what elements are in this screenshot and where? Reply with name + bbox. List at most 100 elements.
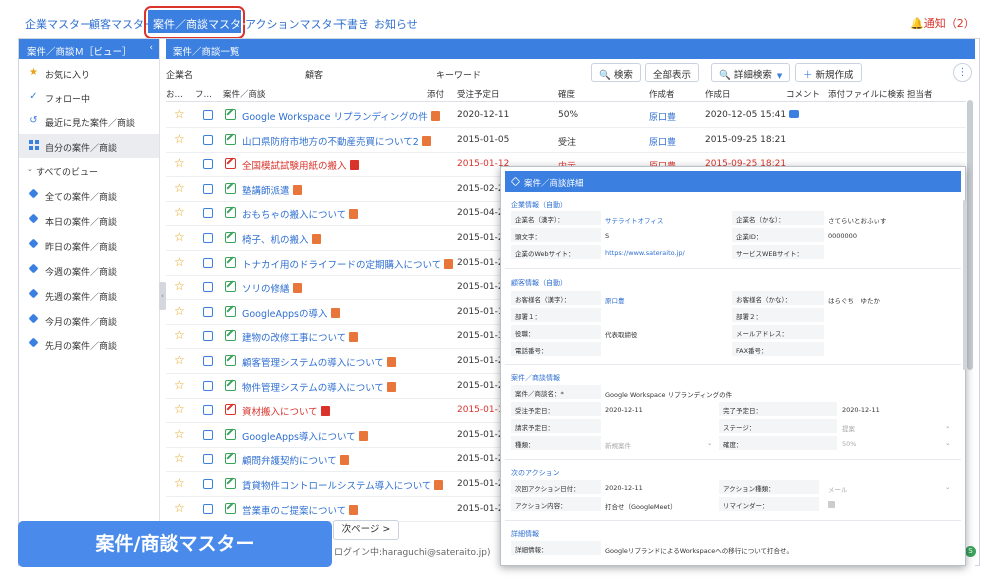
sidebar-item-mine[interactable]: 自分の案件／商談 [19, 134, 159, 158]
column-header[interactable]: フ… [195, 88, 212, 100]
action-type-select[interactable]: メール [828, 484, 848, 494]
deal-name-link[interactable]: GoogleApps導入について [242, 429, 368, 443]
follow-checkbox[interactable] [203, 134, 213, 145]
edit-icon[interactable] [225, 133, 236, 145]
deal-name-value[interactable]: Google Workspace リプランディングの件 [605, 389, 732, 399]
company-web-value[interactable]: https://www.sateraito.jp/ [605, 249, 685, 257]
sidebar-view-last-month[interactable]: 先月の案件／商談 [19, 332, 159, 356]
favorite-star-icon[interactable]: ☆ [174, 452, 185, 464]
deal-name-link[interactable]: 全国模試試験用紙の搬入 [242, 158, 359, 172]
deal-name-link[interactable]: 賃貸物件コントロールシステム導入について [242, 478, 444, 492]
follow-checkbox[interactable] [203, 306, 213, 317]
collapse-icon[interactable]: ‹ [149, 43, 153, 53]
column-header[interactable]: 担当者 [907, 88, 933, 100]
follow-checkbox[interactable] [203, 183, 213, 194]
customer-name-value[interactable]: 原口豊 [605, 295, 625, 305]
sidebar-view-this-week[interactable]: 今週の案件／商談 [19, 258, 159, 282]
follow-checkbox[interactable] [203, 282, 213, 293]
company-name-value[interactable]: サテライトオフィス [605, 215, 663, 225]
nav-news[interactable]: お知らせ [374, 16, 418, 32]
sidebar-item-following[interactable]: ✓ フォロー中 [19, 85, 159, 109]
column-header[interactable]: コメント [786, 88, 820, 100]
follow-checkbox[interactable] [203, 208, 213, 219]
edit-icon[interactable] [225, 428, 236, 440]
favorite-star-icon[interactable]: ☆ [174, 502, 185, 514]
next-action-date-value[interactable]: 2020-12-11 [605, 484, 643, 492]
search-button[interactable]: 🔍 検索 [591, 63, 641, 82]
edit-icon[interactable] [225, 158, 236, 170]
sidebar-view-yesterday[interactable]: 昨日の案件／商談 [19, 233, 159, 257]
filter-company-label[interactable]: 企業名 [166, 68, 193, 81]
edit-icon[interactable] [225, 232, 236, 243]
follow-checkbox[interactable] [203, 331, 213, 342]
deal-name-link[interactable]: 顧客管理システムの導入について [242, 355, 396, 369]
list-scrollbar[interactable] [967, 100, 973, 370]
deal-name-link[interactable]: Google Workspace リプランディングの件 [242, 109, 440, 123]
sidebar-view-today[interactable]: 本日の案件／商談 [19, 208, 159, 232]
detail-info-value[interactable]: GoogleリプランドによるWorkspaceへの移行について打合せ。 [605, 545, 793, 555]
column-header[interactable]: 添付ファイルに検索 [828, 88, 905, 100]
edit-icon[interactable] [225, 379, 236, 391]
follow-checkbox[interactable] [203, 454, 213, 465]
favorite-star-icon[interactable]: ☆ [174, 280, 185, 292]
filter-customer-label[interactable]: 顧客 [305, 68, 323, 81]
confidence-select[interactable]: 50% [842, 440, 856, 448]
follow-checkbox[interactable] [203, 479, 213, 489]
table-row[interactable]: ☆ 山口県防府市地方の不動産売買について2 2015-01-05 受注 原口豊 2015-… [166, 128, 966, 153]
favorite-star-icon[interactable]: ☆ [174, 403, 185, 415]
deal-name-link[interactable]: 塾講師派遣 [242, 183, 302, 197]
filter-keyword-label[interactable]: キーワード [436, 68, 481, 81]
column-header[interactable]: 添付 [427, 88, 444, 100]
follow-checkbox[interactable] [203, 257, 213, 268]
sidebar-view-all[interactable]: 全ての案件／商談 [19, 183, 159, 207]
edit-icon[interactable] [225, 330, 236, 342]
favorite-star-icon[interactable]: ☆ [174, 108, 185, 120]
favorite-star-icon[interactable]: ☆ [174, 305, 185, 317]
section-next-action[interactable]: 次のアクション [511, 468, 560, 478]
favorite-star-icon[interactable]: ☆ [174, 231, 185, 243]
new-button[interactable]: ＋新規作成 [795, 63, 862, 82]
sidebar-group-all-views[interactable]: ⌄ すべてのビュー [19, 161, 159, 179]
deal-name-link[interactable]: 建物の改修工事について [242, 330, 359, 344]
advanced-search-button[interactable]: 🔍 詳細検索 ▼ [711, 63, 791, 82]
order-date-value[interactable]: 2020-12-11 [605, 406, 643, 414]
author-link[interactable]: 原口豊 [649, 135, 676, 148]
favorite-star-icon[interactable]: ☆ [174, 354, 185, 366]
column-header[interactable]: 作成者 [649, 88, 675, 100]
section-detail-info[interactable]: 詳細情報 [511, 529, 539, 539]
favorite-star-icon[interactable]: ☆ [174, 329, 185, 341]
table-row[interactable]: ☆ Google Workspace リプランディングの件 2020-12-11 50… [166, 103, 966, 128]
author-link[interactable]: 原口豊 [649, 110, 676, 123]
show-all-button[interactable]: 全部表示 [645, 63, 700, 82]
edit-icon[interactable] [225, 453, 236, 465]
sidebar-view-last-week[interactable]: 先週の案件／商談 [19, 283, 159, 307]
sidebar-item-favorites[interactable]: ★ お気に入り [19, 61, 159, 85]
section-customer-info[interactable]: 顧客情報（自動） [511, 278, 567, 288]
follow-checkbox[interactable] [203, 356, 213, 366]
follow-checkbox[interactable] [203, 405, 213, 416]
type-select[interactable]: 新規案件 [605, 440, 631, 450]
edit-icon[interactable] [225, 207, 236, 219]
favorite-star-icon[interactable]: ☆ [174, 256, 185, 268]
deal-name-link[interactable]: 営業車のご提案について [242, 503, 359, 517]
deal-name-link[interactable]: おもちゃの搬入について [242, 207, 359, 221]
column-header[interactable]: 受注予定日 [457, 88, 500, 100]
edit-icon[interactable] [225, 478, 236, 489]
column-header[interactable]: 案件／商談 [223, 88, 266, 100]
nav-drafts[interactable]: 下書き [336, 16, 369, 32]
deal-name-link[interactable]: 顧問弁護契約について [242, 453, 349, 467]
favorite-star-icon[interactable]: ☆ [174, 206, 185, 218]
follow-checkbox[interactable] [203, 503, 213, 514]
deal-name-link[interactable]: トナカイ用のドライフードの定期購入について [242, 257, 454, 271]
follow-checkbox[interactable] [203, 110, 213, 120]
nav-action-master[interactable]: アクションマスター [245, 16, 343, 32]
section-company-info[interactable]: 企業情報（自動） [511, 200, 567, 210]
follow-checkbox[interactable] [203, 429, 213, 440]
deal-name-link[interactable]: ソリの修繕 [242, 281, 302, 295]
detail-scrollbar[interactable] [963, 200, 966, 370]
completion-date-value[interactable]: 2020-12-11 [842, 406, 880, 414]
favorite-star-icon[interactable]: ☆ [174, 182, 185, 194]
favorite-star-icon[interactable]: ☆ [174, 379, 185, 391]
deal-name-link[interactable]: 山口県防府市地方の不動産売買について2 [242, 134, 431, 148]
sidebar-view-this-month[interactable]: 今月の案件／商談 [19, 308, 159, 332]
